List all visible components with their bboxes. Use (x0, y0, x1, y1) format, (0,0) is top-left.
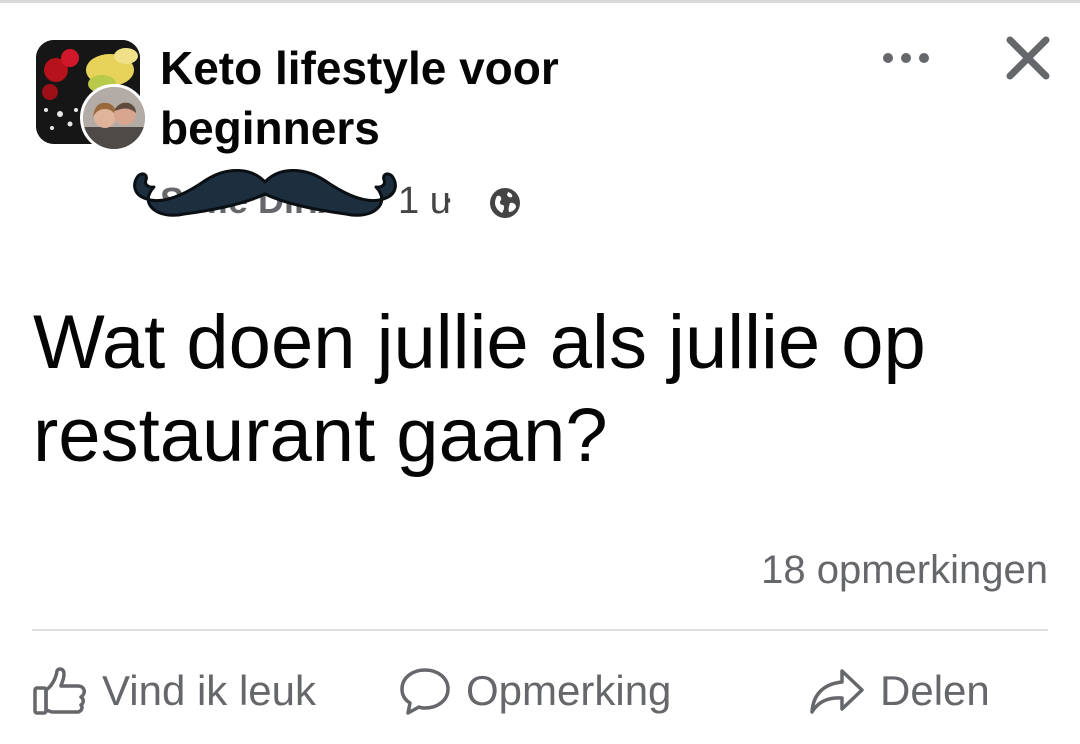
comment-bubble-icon (400, 668, 450, 715)
comment-button[interactable]: Opmerking (398, 660, 671, 722)
close-button[interactable] (1000, 30, 1056, 86)
globe-icon (490, 188, 520, 218)
mustache-overlay (133, 168, 397, 217)
close-icon (1006, 36, 1050, 80)
user-avatar-image (83, 87, 145, 149)
post-avatar[interactable] (36, 40, 148, 152)
like-label: Vind ik leuk (102, 667, 317, 714)
like-button[interactable]: Vind ik leuk (32, 660, 316, 722)
post-text: Wat doen jullie als jullie op restaurant… (33, 300, 926, 478)
group-name[interactable]: Keto lifestyle voor beginners (160, 38, 760, 158)
meta-separator: · (442, 178, 455, 220)
actions-divider (32, 629, 1048, 631)
thumbs-up-icon (33, 667, 86, 715)
share-button[interactable]: Delen (808, 660, 990, 722)
comment-label: Opmerking (466, 667, 672, 714)
more-options-button[interactable] (874, 38, 938, 78)
user-avatar[interactable] (80, 84, 148, 152)
share-arrow-icon (810, 669, 864, 714)
top-border (0, 0, 1080, 3)
share-label: Delen (880, 667, 990, 714)
comment-count[interactable]: 18 opmerkingen (761, 548, 1048, 593)
more-horizontal-icon (883, 53, 929, 63)
